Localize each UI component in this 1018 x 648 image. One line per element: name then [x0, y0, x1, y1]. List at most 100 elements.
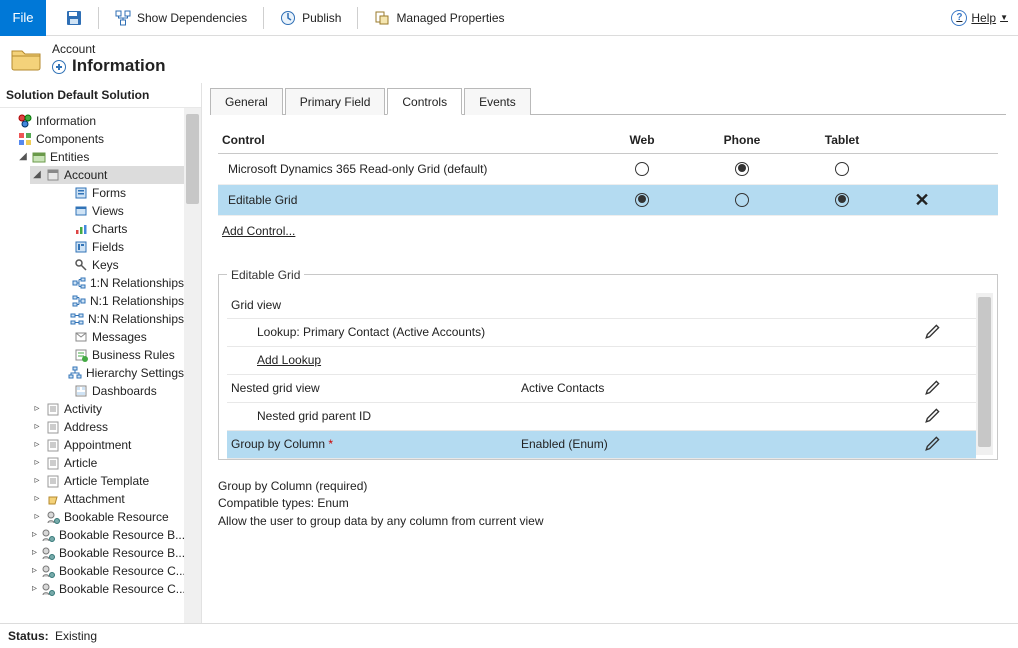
radio[interactable] — [835, 162, 849, 176]
tree-entities[interactable]: ◢Entities — [16, 148, 184, 166]
nested-grid-view-value: Active Contacts — [521, 381, 924, 395]
tab-controls[interactable]: Controls — [387, 88, 462, 115]
tree-label: Bookable Resource — [64, 510, 169, 524]
tree-bookable-resource-b-[interactable]: ▹Bookable Resource B... — [30, 526, 184, 544]
tree-label: Forms — [92, 186, 126, 200]
tree-appointment[interactable]: ▹Appointment — [30, 436, 184, 454]
node-icon — [46, 438, 60, 452]
pencil-icon[interactable] — [924, 322, 942, 340]
node-icon — [41, 528, 55, 542]
lookup-label: Lookup: Primary Contact (Active Accounts… — [231, 325, 521, 339]
tree-business-rules[interactable]: Business Rules — [58, 346, 184, 364]
radio[interactable] — [735, 193, 749, 207]
tree-n-1-relationships[interactable]: N:1 Relationships — [58, 292, 184, 310]
pencil-icon[interactable] — [924, 378, 942, 396]
nested-grid-view-row[interactable]: Nested grid view Active Contacts — [227, 375, 976, 403]
tree-bookable-resource[interactable]: ▹Bookable Resource — [30, 508, 184, 526]
col-control: Control — [222, 133, 592, 147]
desc-line3: Allow the user to group data by any colu… — [218, 513, 998, 530]
tree-article-template[interactable]: ▹Article Template — [30, 472, 184, 490]
pencil-icon[interactable] — [924, 434, 942, 452]
node-icon — [46, 492, 60, 506]
tree-dashboards[interactable]: Dashboards — [58, 382, 184, 400]
publish-button[interactable]: Publish — [274, 6, 347, 30]
add-lookup-link[interactable]: Add Lookup — [231, 353, 521, 367]
fieldset-scrollbar[interactable] — [976, 293, 993, 455]
tree-information[interactable]: Information — [2, 112, 184, 130]
tab-general[interactable]: General — [210, 88, 283, 115]
tree-1-n-relationships[interactable]: 1:N Relationships — [58, 274, 184, 292]
control-row[interactable]: Microsoft Dynamics 365 Read-only Grid (d… — [218, 154, 998, 185]
grid-view-label: Grid view — [231, 298, 521, 312]
nested-grid-parent-row[interactable]: Nested grid parent ID — [227, 403, 976, 431]
tree-hierarchy-settings[interactable]: Hierarchy Settings — [58, 364, 184, 382]
tree-label: Information — [36, 114, 96, 128]
control-name: Microsoft Dynamics 365 Read-only Grid (d… — [222, 162, 592, 176]
node-icon — [74, 348, 88, 362]
tree-keys[interactable]: Keys — [58, 256, 184, 274]
radio[interactable] — [635, 162, 649, 176]
solution-tree[interactable]: Information Components ◢Entities ◢Accoun… — [0, 108, 184, 623]
pencil-icon[interactable] — [924, 406, 942, 424]
required-star-icon: * — [328, 437, 333, 451]
col-web: Web — [592, 133, 692, 147]
group-by-label-cell: Group by Column * — [231, 437, 521, 451]
tree-label: Activity — [64, 402, 102, 416]
tree-components[interactable]: Components — [2, 130, 184, 148]
add-lookup-row[interactable]: Add Lookup — [227, 347, 976, 375]
tree-forms[interactable]: Forms — [58, 184, 184, 202]
managed-properties-button[interactable]: Managed Properties — [368, 6, 510, 30]
radio[interactable] — [735, 162, 749, 176]
lookup-row[interactable]: Lookup: Primary Contact (Active Accounts… — [227, 319, 976, 347]
tree-label: Entities — [50, 150, 89, 164]
tree-messages[interactable]: Messages — [58, 328, 184, 346]
save-icon — [66, 10, 82, 26]
tree-bookable-resource-c-[interactable]: ▹Bookable Resource C... — [30, 580, 184, 598]
node-icon — [41, 582, 55, 596]
fieldset-legend: Editable Grid — [227, 268, 304, 282]
tree-label: Bookable Resource C... — [59, 564, 184, 578]
tree-article[interactable]: ▹Article — [30, 454, 184, 472]
node-icon — [41, 546, 55, 560]
controls-table-header: Control Web Phone Tablet — [218, 127, 998, 154]
solution-label: Solution Default Solution — [0, 83, 201, 108]
node-icon — [46, 420, 60, 434]
tree-activity[interactable]: ▹Activity — [30, 400, 184, 418]
tree-label: Keys — [92, 258, 119, 272]
tree-address[interactable]: ▹Address — [30, 418, 184, 436]
tree-label: Attachment — [64, 492, 125, 506]
managed-properties-label: Managed Properties — [396, 11, 504, 25]
tree-views[interactable]: Views — [58, 202, 184, 220]
tree-label: Business Rules — [92, 348, 175, 362]
tab-primary-field[interactable]: Primary Field — [285, 88, 386, 115]
help-link[interactable]: ? Help ▼ — [941, 6, 1018, 30]
group-by-column-row[interactable]: Group by Column * Enabled (Enum) — [227, 431, 976, 459]
tree-account[interactable]: ◢Account — [30, 166, 184, 184]
nested-grid-view-label: Nested grid view — [231, 381, 521, 395]
tree-bookable-resource-b-[interactable]: ▹Bookable Resource B... — [30, 544, 184, 562]
save-button[interactable] — [60, 6, 88, 30]
tree-attachment[interactable]: ▹Attachment — [30, 490, 184, 508]
tree-bookable-resource-c-[interactable]: ▹Bookable Resource C... — [30, 562, 184, 580]
radio[interactable] — [635, 193, 649, 207]
control-name: Editable Grid — [222, 193, 592, 207]
file-menu-button[interactable]: File — [0, 0, 46, 36]
control-row[interactable]: Editable Grid ✕ — [218, 185, 998, 216]
page-title: Information — [72, 56, 166, 76]
node-icon — [74, 204, 88, 218]
show-dependencies-button[interactable]: Show Dependencies — [109, 6, 253, 30]
radio[interactable] — [835, 193, 849, 207]
tab-events[interactable]: Events — [464, 88, 531, 115]
tree-charts[interactable]: Charts — [58, 220, 184, 238]
remove-control-icon[interactable]: ✕ — [914, 191, 929, 209]
node-icon — [74, 186, 88, 200]
node-icon — [74, 240, 88, 254]
left-scrollbar[interactable] — [184, 108, 201, 623]
content-area: General Primary Field Controls Events Co… — [202, 83, 1018, 623]
col-tablet: Tablet — [792, 133, 892, 147]
tree-fields[interactable]: Fields — [58, 238, 184, 256]
tree-label: Dashboards — [92, 384, 157, 398]
status-value: Existing — [55, 629, 97, 643]
add-control-link[interactable]: Add Control... — [218, 216, 299, 246]
tree-n-n-relationships[interactable]: N:N Relationships — [58, 310, 184, 328]
